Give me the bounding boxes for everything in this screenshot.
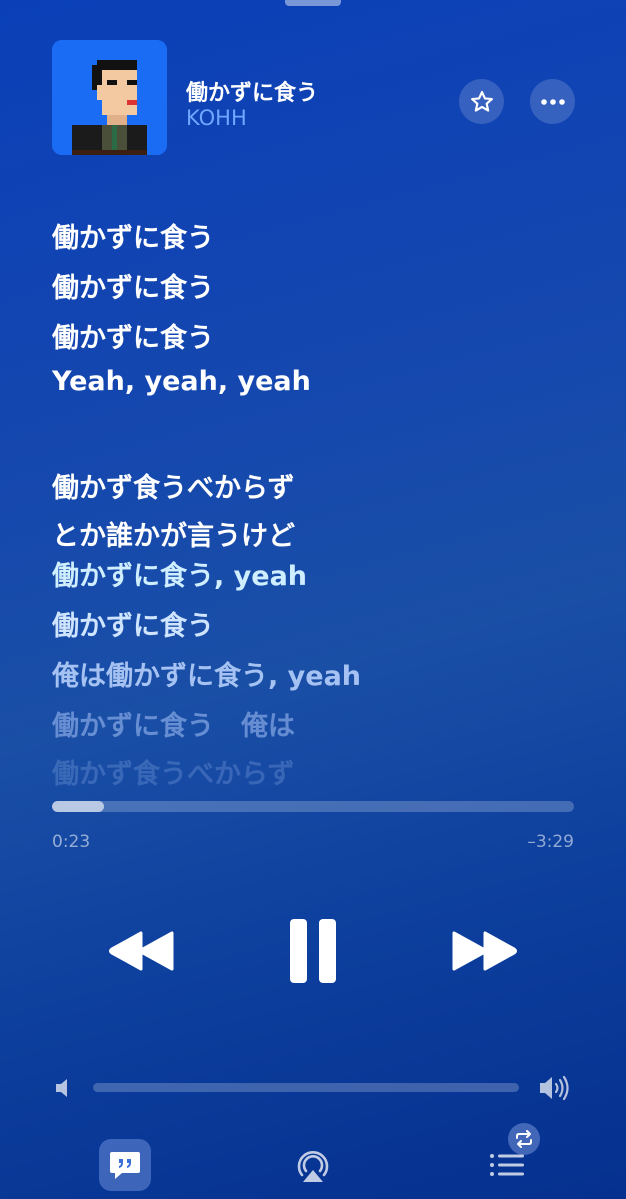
sheet-grabber[interactable] — [285, 0, 341, 6]
lyrics-tab-button[interactable] — [99, 1139, 151, 1191]
fast-forward-icon — [452, 931, 517, 971]
lyric-line[interactable]: 働かずに食う — [52, 316, 214, 355]
volume-min-button[interactable] — [54, 1077, 74, 1099]
rewind-button[interactable] — [106, 925, 178, 977]
ellipsis-icon — [540, 98, 565, 105]
more-options-button[interactable] — [530, 79, 575, 124]
lyric-line[interactable]: 俺は働かずに食う, yeah — [52, 654, 361, 693]
rewind-icon — [109, 931, 174, 971]
pixel-portrait-image — [52, 40, 167, 155]
fast-forward-button[interactable] — [448, 925, 520, 977]
star-icon — [470, 90, 493, 112]
playback-progress-fill — [52, 801, 105, 812]
lyric-line[interactable]: 働かず食うべからず — [52, 752, 294, 791]
lyric-line[interactable]: 働かずに食う, yeah — [52, 554, 307, 593]
lyric-line[interactable]: 働かずに食う 俺は — [52, 704, 295, 743]
airplay-button[interactable] — [292, 1144, 334, 1186]
speaker-high-icon — [540, 1075, 569, 1101]
pause-icon — [290, 919, 336, 983]
speaker-low-icon — [56, 1079, 67, 1097]
lyric-line[interactable]: 働かずに食う — [52, 604, 214, 643]
now-playing-header: 働かずに食う KOHH — [52, 40, 575, 156]
volume-slider[interactable] — [93, 1083, 519, 1092]
repeat-icon — [516, 1130, 532, 1148]
volume-max-button[interactable] — [538, 1074, 572, 1102]
quote-bubble-icon — [110, 1152, 140, 1179]
remaining-time: –3:29 — [527, 832, 574, 852]
favorite-button[interactable] — [459, 79, 504, 124]
lyric-line[interactable]: Yeah, yeah, yeah — [52, 366, 311, 397]
artist-name[interactable]: KOHH — [186, 106, 247, 130]
song-title[interactable]: 働かずに食う — [186, 75, 318, 107]
lyric-line[interactable]: 働かずに食う — [52, 216, 214, 255]
lyric-line[interactable]: 働かずに食う — [52, 266, 214, 305]
lyric-line[interactable]: 働かず食うべからず — [52, 466, 294, 505]
elapsed-time: 0:23 — [52, 832, 91, 852]
playback-scrubber[interactable] — [52, 801, 574, 812]
airplay-icon — [297, 1151, 329, 1182]
lyric-line[interactable]: とか誰かが言うけど — [52, 514, 295, 553]
album-art[interactable] — [52, 40, 167, 155]
pause-button[interactable] — [283, 915, 343, 987]
repeat-button[interactable] — [508, 1123, 540, 1155]
